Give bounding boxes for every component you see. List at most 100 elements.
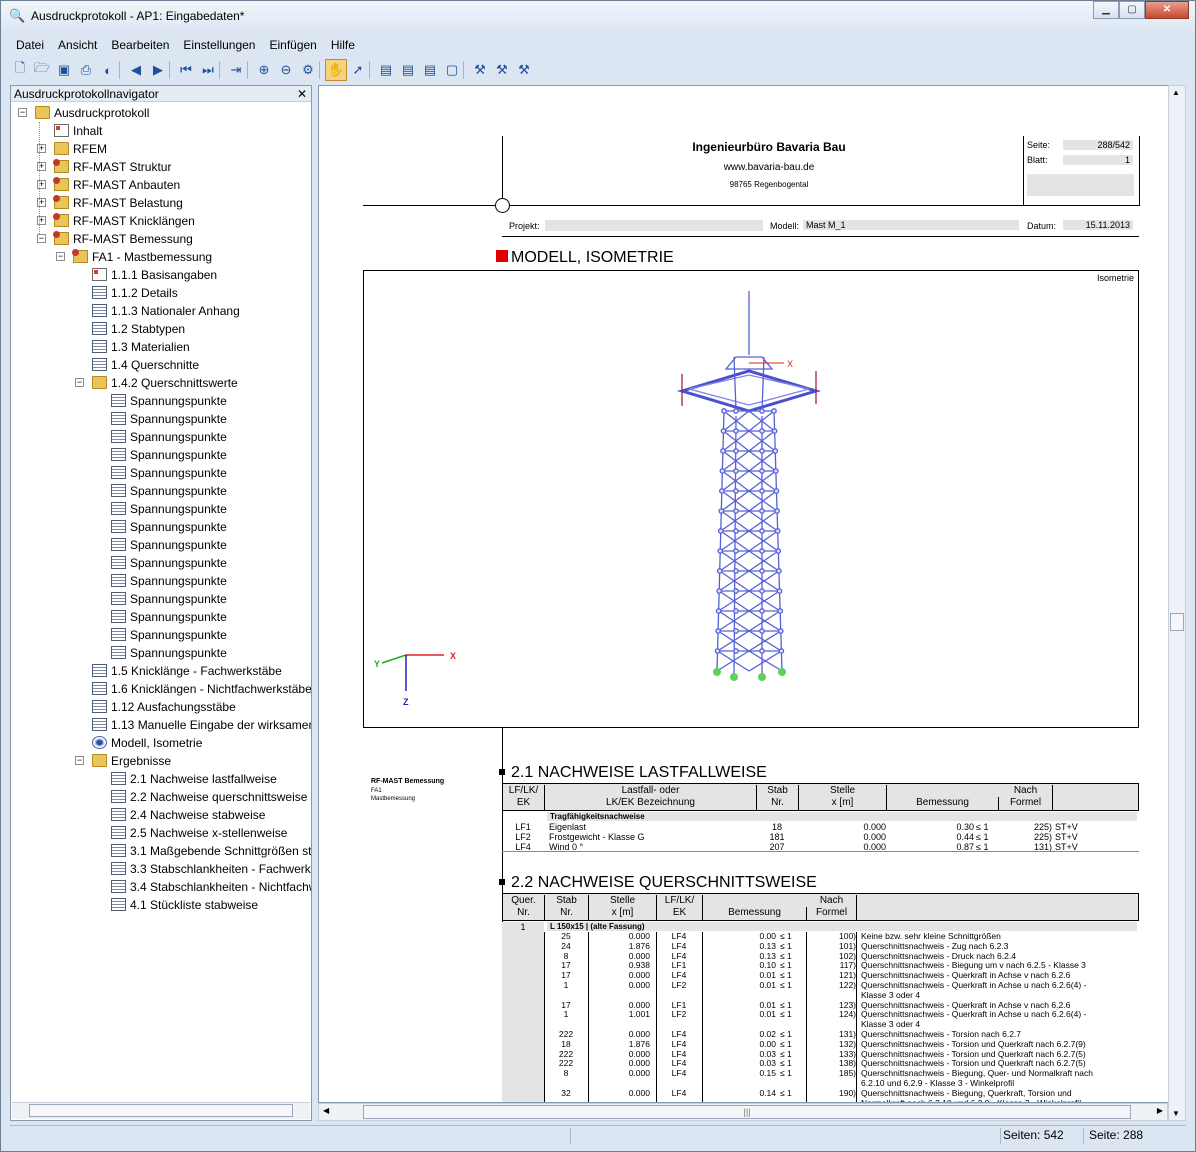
tree-item[interactable]: 4.1 Stückliste stabweise	[111, 896, 258, 914]
tool-icon-2[interactable]: ⚒	[491, 59, 513, 81]
tree-item[interactable]: Spannungspunkte	[111, 464, 227, 482]
tree-item[interactable]: 3.4 Stabschlankheiten - Nichtfachw	[111, 878, 311, 896]
tree-item[interactable]: 2.5 Nachweise x-stellenweise	[111, 824, 287, 842]
tree-item-label: 3.3 Stabschlankheiten - Fachwerks	[130, 862, 311, 876]
projekt-label: Projekt:	[509, 221, 540, 231]
export-icon[interactable]: ⇥	[225, 59, 247, 81]
tree-item[interactable]: 1.1.1 Basisangaben	[92, 266, 217, 284]
page-icon-2[interactable]: ▤	[397, 59, 419, 81]
navigator-horizontal-scrollbar[interactable]	[12, 1102, 310, 1119]
tree-item[interactable]: Spannungspunkte	[111, 482, 227, 500]
tree-item[interactable]: 1.12 Ausfachungsstäbe	[92, 698, 236, 716]
tree-item[interactable]: Spannungspunkte	[111, 518, 227, 536]
tree-item[interactable]: 3.3 Stabschlankheiten - Fachwerks	[111, 860, 311, 878]
print-icon[interactable]: ⎙	[75, 59, 97, 81]
tree-item[interactable]: Spannungspunkte	[111, 392, 227, 410]
tree-item[interactable]: RF-MAST Anbauten	[53, 176, 180, 194]
tree-item[interactable]: Spannungspunkte	[111, 608, 227, 626]
tree-item[interactable]: Ergebnisse	[92, 752, 171, 770]
tree-item[interactable]: 1.1.3 Nationaler Anhang	[92, 302, 240, 320]
document-vertical-scrollbar[interactable]: ▲ ▼	[1168, 85, 1186, 1121]
tree-item[interactable]: Spannungspunkte	[111, 446, 227, 464]
navigator-close-icon[interactable]: ✕	[297, 86, 307, 102]
tree-item[interactable]: Spannungspunkte	[111, 572, 227, 590]
zoom-out-icon[interactable]: ⊖	[275, 59, 297, 81]
table-icon	[111, 520, 126, 533]
tree-item[interactable]: Ausdruckprotokoll	[35, 104, 149, 122]
tree-item[interactable]: 1.1.2 Details	[92, 284, 178, 302]
tree-item[interactable]: 1.4.2 Querschnittswerte	[92, 374, 238, 392]
tree-expander[interactable]: −	[37, 234, 46, 243]
tree-item[interactable]: 2.4 Nachweise stabweise	[111, 806, 265, 824]
tree-item[interactable]: FA1 - Mastbemessung	[72, 248, 212, 266]
tree-item[interactable]: Spannungspunkte	[111, 428, 227, 446]
tree-item[interactable]: 1.13 Manuelle Eingabe der wirksamen	[92, 716, 311, 734]
tree-item[interactable]: Modell, Isometrie	[92, 734, 202, 752]
tree-item[interactable]: 1.4 Querschnitte	[92, 356, 199, 374]
page-icon-4[interactable]: ▢	[441, 59, 463, 81]
close-button[interactable]: ✕	[1145, 1, 1189, 19]
tree-item[interactable]: 2.2 Nachweise querschnittsweise	[111, 788, 307, 806]
maximize-button[interactable]: ▢	[1119, 1, 1145, 19]
settings-icon[interactable]: ⚙	[297, 59, 319, 81]
pointer-icon[interactable]: ➚	[347, 59, 369, 81]
menu-einfuegen[interactable]: Einfügen	[262, 38, 323, 52]
tree-expander[interactable]: −	[18, 108, 27, 117]
last-page-icon[interactable]: ⏭	[197, 59, 219, 81]
new-icon[interactable]: 🗋	[9, 59, 31, 81]
menu-ansicht[interactable]: Ansicht	[51, 38, 104, 52]
table1-cell: 0.44	[956, 832, 974, 842]
tree-item[interactable]: RF-MAST Belastung	[53, 194, 183, 212]
horizontal-scroll-thumb[interactable]: |||	[363, 1105, 1131, 1119]
tree-expander[interactable]: −	[75, 378, 84, 387]
menu-einstellungen[interactable]: Einstellungen	[176, 38, 262, 52]
table-icon	[111, 772, 126, 785]
tree-item[interactable]: RF-MAST Struktur	[53, 158, 171, 176]
save-icon[interactable]: ▣	[53, 59, 75, 81]
menu-bearbeiten[interactable]: Bearbeiten	[104, 38, 176, 52]
open-icon[interactable]: 🗁	[31, 59, 53, 81]
page-icon-3[interactable]: ▤	[419, 59, 441, 81]
scroll-up-icon[interactable]: ▲	[1172, 88, 1180, 97]
tree-item[interactable]: Spannungspunkte	[111, 644, 227, 662]
prev-icon[interactable]: ◀	[125, 59, 147, 81]
tree-item[interactable]: Spannungspunkte	[111, 590, 227, 608]
table1-cell: ST+V	[1055, 842, 1078, 851]
refresh-icon[interactable]: ◐	[97, 59, 119, 81]
menu-hilfe[interactable]: Hilfe	[324, 38, 362, 52]
page-icon-1[interactable]: ▤	[375, 59, 397, 81]
tree-item[interactable]: Spannungspunkte	[111, 554, 227, 572]
scroll-right-icon[interactable]: ▶	[1157, 1106, 1163, 1115]
tree-item[interactable]: 1.2 Stabtypen	[92, 320, 185, 338]
tree-item-label: 1.13 Manuelle Eingabe der wirksamen	[111, 718, 311, 732]
tree-item[interactable]: 2.1 Nachweise lastfallweise	[111, 770, 277, 788]
next-icon[interactable]: ▶	[147, 59, 169, 81]
navigator-scroll-thumb[interactable]	[29, 1104, 293, 1117]
tree-expander[interactable]: −	[75, 756, 84, 765]
tree-item[interactable]: Inhalt	[54, 122, 102, 140]
tool-icon-3[interactable]: ⚒	[513, 59, 535, 81]
select-tool-icon[interactable]: ✋	[325, 59, 347, 81]
scroll-left-icon[interactable]: ◀	[323, 1106, 329, 1115]
tree-item[interactable]: Spannungspunkte	[111, 626, 227, 644]
tree-item[interactable]: 1.6 Knicklängen - Nichtfachwerkstäbe	[92, 680, 311, 698]
tool-icon-1[interactable]: ⚒	[469, 59, 491, 81]
tree-item[interactable]: RFEM	[54, 140, 107, 158]
tree-item[interactable]: RF-MAST Bemessung	[53, 230, 193, 248]
tree-item[interactable]: 1.3 Materialien	[92, 338, 190, 356]
minimize-button[interactable]: ▁	[1093, 1, 1119, 19]
menu-datei[interactable]: Datei	[9, 38, 51, 52]
folder-icon	[92, 754, 107, 767]
zoom-in-icon[interactable]: ⊕	[253, 59, 275, 81]
first-page-icon[interactable]: ⏮	[175, 59, 197, 81]
tree-item[interactable]: RF-MAST Knicklängen	[53, 212, 195, 230]
vertical-scroll-thumb[interactable]	[1170, 613, 1184, 631]
tree-item[interactable]: Spannungspunkte	[111, 500, 227, 518]
tree-expander[interactable]: −	[56, 252, 65, 261]
document-horizontal-scrollbar[interactable]: ◀ ||| ▶	[318, 1103, 1168, 1121]
tree-item[interactable]: 3.1 Maßgebende Schnittgrößen sta	[111, 842, 311, 860]
tree-item[interactable]: Spannungspunkte	[111, 536, 227, 554]
tree-item[interactable]: 1.5 Knicklänge - Fachwerkstäbe	[92, 662, 282, 680]
tree-item[interactable]: Spannungspunkte	[111, 410, 227, 428]
scroll-down-icon[interactable]: ▼	[1172, 1109, 1180, 1118]
